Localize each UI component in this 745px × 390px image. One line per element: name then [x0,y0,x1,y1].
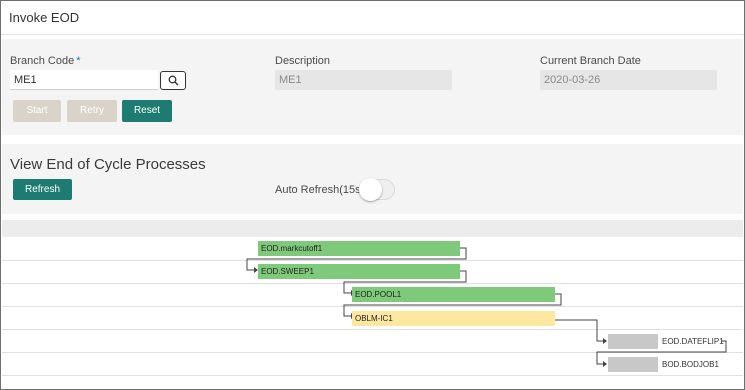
description-label: Description [275,55,331,67]
search-icon [168,75,179,86]
branch-form-panel: Branch Code * ME1 Description ME1 Current… [2,39,743,135]
reset-button[interactable]: Reset [122,100,172,122]
required-marker: * [76,55,81,67]
branch-code-input[interactable]: ME1 [10,70,158,90]
gantt-task-label: BOD.BODJOB1 [662,360,719,369]
gantt-task-label: EOD.DATEFLIP1 [662,337,724,346]
toggle-knob [359,178,382,201]
gantt-task-bar[interactable]: EOD.SWEEP1 [258,264,460,279]
refresh-button[interactable]: Refresh [13,179,72,200]
window-title: Invoke EOD [9,10,80,25]
auto-refresh-toggle[interactable] [359,178,395,201]
retry-button[interactable]: Retry [67,100,117,122]
gantt-chart: EOD.markcutoff1 EOD.SWEEP1 EOD.POOL1 OBL… [2,220,743,388]
branch-code-search-button[interactable] [160,71,186,90]
gantt-task-bar[interactable]: OBLM-IC1 [352,311,555,326]
invoke-eod-window: Invoke EOD Branch Code * ME1 Description … [0,0,745,390]
processes-heading: View End of Cycle Processes [10,156,206,173]
title-bar: Invoke EOD [1,1,744,35]
gantt-task-bar[interactable]: EOD.POOL1 [352,287,555,302]
gantt-task-bar[interactable] [608,357,658,372]
description-field: ME1 [275,70,452,90]
start-button[interactable]: Start [13,100,61,122]
branch-code-label: Branch Code * [10,55,81,67]
current-branch-date-field: 2020-03-26 [540,70,717,90]
gantt-task-bar[interactable]: EOD.markcutoff1 [258,241,460,256]
current-branch-date-label: Current Branch Date [540,55,641,67]
auto-refresh-label: Auto Refresh(15s) [275,184,365,196]
gantt-task-bar[interactable] [608,334,658,349]
processes-panel: View End of Cycle Processes Refresh Auto… [2,144,743,214]
